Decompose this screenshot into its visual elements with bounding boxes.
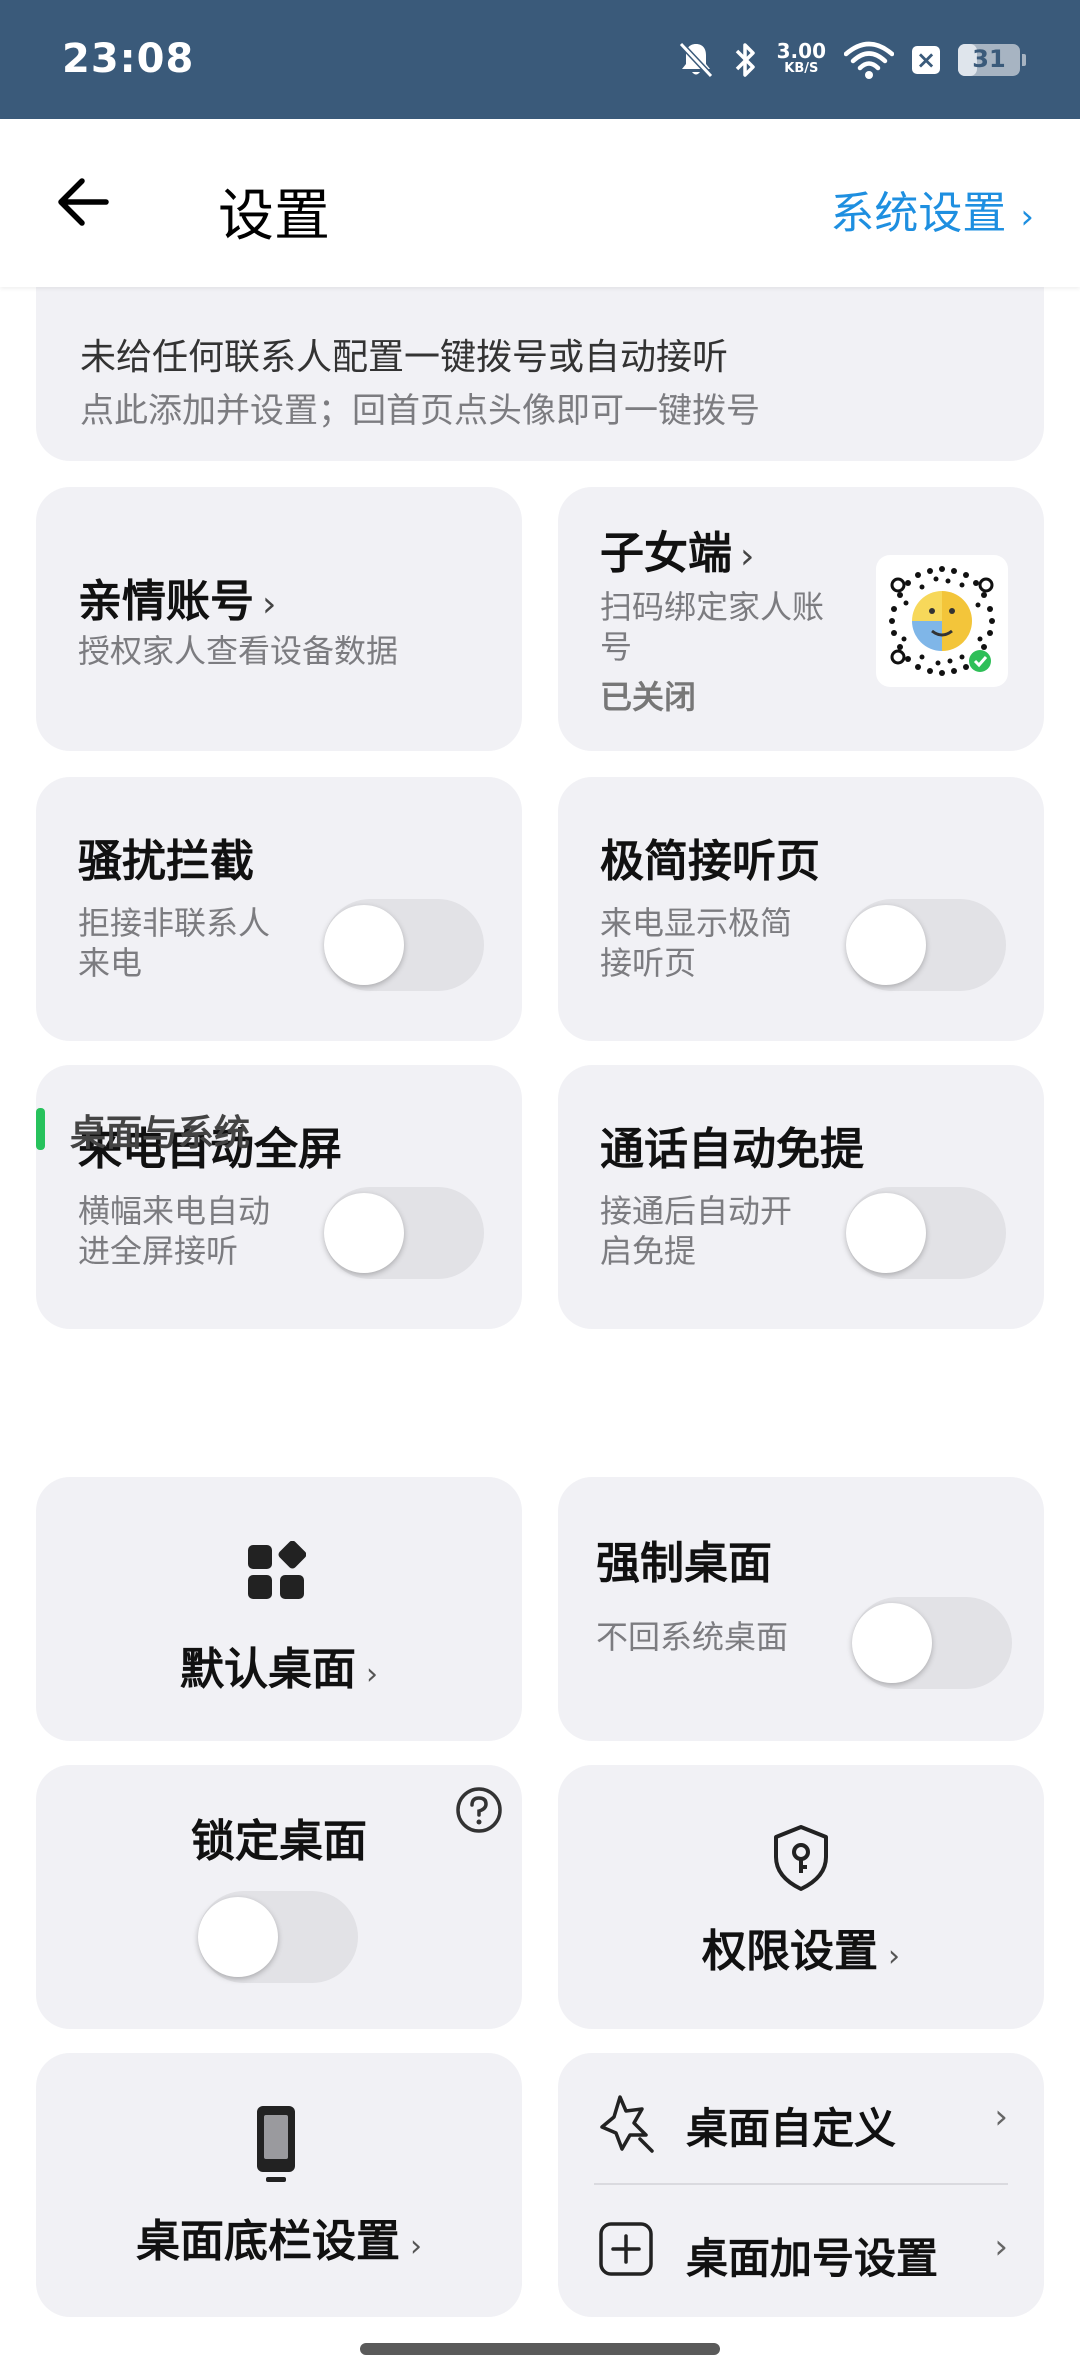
close-box-icon: × xyxy=(912,46,940,74)
toggle-knob xyxy=(324,1193,404,1273)
dock-settings-title: 桌面底栏设置 › xyxy=(136,2216,422,2267)
settings-scroll-area[interactable]: 未给任何联系人配置一键拨号或自动接听 点此添加并设置；回首页点头像即可一键拨号 … xyxy=(0,287,1080,2376)
child-end-card[interactable]: 子女端 › 扫码绑定家人账 号 已关闭 xyxy=(558,487,1044,751)
toggle-knob xyxy=(324,905,404,985)
plus-box-icon xyxy=(599,2222,653,2276)
default-desktop-card[interactable]: 默认桌面 › xyxy=(36,1477,522,1741)
auto-handsfree-sub1: 接通后自动开 xyxy=(600,1192,793,1230)
force-desktop-toggle[interactable] xyxy=(852,1597,1012,1689)
family-account-sub: 授权家人查看设备数据 xyxy=(78,632,399,670)
chevron-right-icon: › xyxy=(994,2097,1008,2137)
lock-desktop-toggle[interactable] xyxy=(198,1891,358,1983)
status-icons: 3.00 KB/S × 31 xyxy=(677,34,1026,86)
status-time: 23:08 xyxy=(62,36,195,82)
force-desktop-card[interactable]: 强制桌面 不回系统桌面 xyxy=(558,1477,1044,1741)
apps-grid-icon xyxy=(248,1541,306,1599)
mini-program-code-icon xyxy=(889,566,995,676)
toggle-knob xyxy=(846,1193,926,1273)
contacts-dial-line1: 未给任何联系人配置一键拨号或自动接听 xyxy=(80,337,729,378)
battery-level: 31 xyxy=(972,45,1006,73)
auto-handsfree-toggle[interactable] xyxy=(846,1187,1006,1279)
bluetooth-icon xyxy=(735,43,755,77)
desktop-customize-row[interactable]: 桌面自定义 › xyxy=(558,2053,1044,2183)
harassment-block-sub2: 来电 xyxy=(78,944,143,982)
battery-icon: 31 xyxy=(958,44,1026,76)
shield-key-icon xyxy=(774,1825,828,1891)
top-app-bar: 设置 系统设置 › xyxy=(0,119,1080,287)
desktop-customize-title: 桌面自定义 xyxy=(686,2104,897,2153)
desktop-customize-group: 桌面自定义 › 桌面加号设置 › xyxy=(558,2053,1044,2317)
child-end-title: 子女端 › xyxy=(600,528,755,579)
harassment-block-sub1: 拒接非联系人 xyxy=(78,904,271,942)
simple-answer-sub1: 来电显示极简 xyxy=(600,904,793,942)
net-speed: 3.00 KB/S xyxy=(776,39,826,76)
default-desktop-title: 默认桌面 › xyxy=(180,1644,378,1695)
toggle-knob xyxy=(852,1603,932,1683)
auto-fullscreen-sub1: 横幅来电自动 xyxy=(78,1192,271,1230)
desktop-plus-title: 桌面加号设置 xyxy=(686,2234,939,2283)
simple-answer-sub2: 接听页 xyxy=(600,944,697,982)
contacts-dial-card[interactable]: 未给任何联系人配置一键拨号或自动接听 点此添加并设置；回首页点头像即可一键拨号 xyxy=(36,287,1044,461)
system-settings-link[interactable]: 系统设置 › xyxy=(830,177,1034,241)
page-title: 设置 xyxy=(218,184,330,249)
auto-handsfree-card[interactable]: 通话自动免提 接通后自动开 启免提 xyxy=(558,1065,1044,1329)
section-accent-bar xyxy=(36,1108,45,1150)
home-indicator[interactable] xyxy=(360,2343,720,2355)
toggle-knob xyxy=(846,905,926,985)
harassment-block-card[interactable]: 骚扰拦截 拒接非联系人 来电 xyxy=(36,777,522,1041)
lock-desktop-title: 锁定桌面 xyxy=(191,1816,367,1867)
chevron-right-icon: › xyxy=(994,2227,1008,2267)
auto-handsfree-sub2: 启免提 xyxy=(600,1232,697,1270)
star-edit-icon xyxy=(600,2095,654,2153)
permission-settings-card[interactable]: 权限设置 › xyxy=(558,1765,1044,2029)
wifi-icon xyxy=(844,41,894,79)
force-desktop-sub: 不回系统桌面 xyxy=(596,1618,789,1656)
phone-device-icon xyxy=(257,2106,295,2182)
permission-settings-title: 权限设置 › xyxy=(702,1926,900,1977)
harassment-block-title: 骚扰拦截 xyxy=(78,836,254,887)
lock-desktop-card[interactable]: 锁定桌面 xyxy=(36,1765,522,2029)
dock-settings-card[interactable]: 桌面底栏设置 › xyxy=(36,2053,522,2317)
desktop-plus-row[interactable]: 桌面加号设置 › xyxy=(558,2185,1044,2317)
auto-fullscreen-toggle[interactable] xyxy=(324,1187,484,1279)
auto-handsfree-title: 通话自动免提 xyxy=(600,1124,864,1175)
simple-answer-toggle[interactable] xyxy=(846,899,1006,991)
section-title: 桌面与系统 xyxy=(70,1113,251,1154)
child-end-sub1: 扫码绑定家人账 xyxy=(600,588,825,626)
arrow-left-icon[interactable] xyxy=(50,167,120,237)
family-account-card[interactable]: 亲情账号 › 授权家人查看设备数据 xyxy=(36,487,522,751)
simple-answer-title: 极简接听页 xyxy=(600,836,820,887)
contacts-dial-line2: 点此添加并设置；回首页点头像即可一键拨号 xyxy=(80,391,760,431)
harassment-block-toggle[interactable] xyxy=(324,899,484,991)
mute-icon xyxy=(678,41,713,79)
child-end-sub2: 号 xyxy=(600,628,633,666)
simple-answer-card[interactable]: 极简接听页 来电显示极简 接听页 xyxy=(558,777,1044,1041)
toggle-knob xyxy=(198,1897,278,1977)
child-end-status: 已关闭 xyxy=(600,678,697,716)
auto-fullscreen-sub2: 进全屏接听 xyxy=(78,1232,239,1270)
qr-code[interactable] xyxy=(876,555,1008,687)
force-desktop-title: 强制桌面 xyxy=(596,1538,772,1589)
status-bar: 23:08 3.00 KB/S × 31 xyxy=(0,0,1080,119)
family-account-title: 亲情账号 › xyxy=(78,576,277,627)
